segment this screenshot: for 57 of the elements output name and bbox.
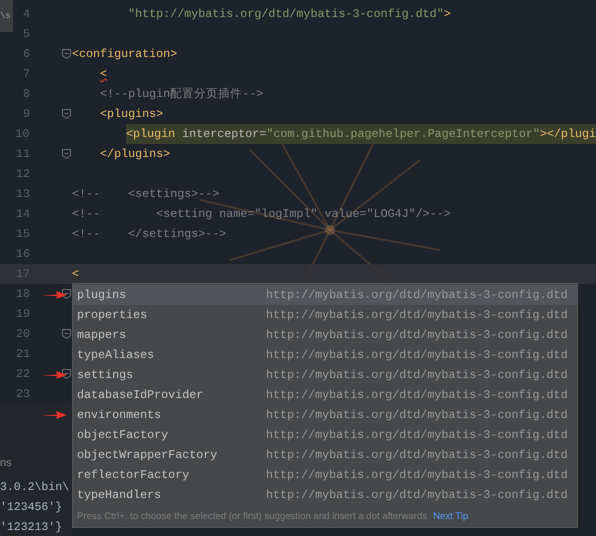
line-number: 8 [22, 87, 30, 101]
code-comment: <!-- <setting name="logImpl" value="LOG4J"/>--> [72, 207, 451, 221]
line-number: 12 [14, 167, 30, 181]
side-panel-tab[interactable]: \s [0, 0, 13, 32]
fold-icon[interactable] [62, 149, 71, 159]
console-output: '123456'} [0, 500, 62, 516]
xml-tag: < [100, 67, 108, 81]
attribute-name: interceptor= [181, 127, 266, 141]
line-number: 23 [14, 387, 30, 401]
completion-item[interactable]: databaseIdProvider http://mybatis.org/dtd/mybatis-3-config.dtd [73, 385, 577, 405]
xml-tag: <configuration> [72, 47, 178, 61]
completion-item[interactable]: properties http://mybatis.org/dtd/mybatis-3-config.dtd [73, 305, 577, 325]
next-tip-link[interactable]: Next Tip [433, 510, 468, 522]
completion-item[interactable]: mappers http://mybatis.org/dtd/mybatis-3-config.dtd [73, 325, 577, 345]
xml-tag: <plugin [126, 127, 176, 141]
line-number: 11 [14, 147, 30, 161]
completion-item[interactable]: objectFactory http://mybatis.org/dtd/mybatis-3-config.dtd [73, 425, 577, 445]
completion-item[interactable]: plugins http://mybatis.org/dtd/mybatis-3-config.dtd [73, 285, 577, 305]
completion-item[interactable]: settings http://mybatis.org/dtd/mybatis-3-config.dtd [73, 365, 577, 385]
line-number: 6 [22, 47, 30, 61]
fold-icon[interactable] [62, 329, 71, 339]
xml-tag: <plugins> [100, 107, 164, 121]
string-literal: "http://mybatis.org/dtd/mybatis-3-config.dtd" [128, 7, 444, 21]
line-number: 5 [22, 27, 30, 41]
completion-item[interactable]: typeHandlers http://mybatis.org/dtd/mybatis-3-config.dtd [73, 485, 577, 505]
fold-icon[interactable] [62, 49, 71, 59]
code-comment: <!-- <settings>--> [72, 187, 220, 201]
fold-icon[interactable] [62, 109, 71, 119]
completion-item[interactable]: objectWrapperFactory http://mybatis.org/dtd/mybatis-3-config.dtd [73, 445, 577, 465]
code-comment: <!--plugin配置分页插件--> [100, 87, 264, 101]
line-number: 15 [14, 227, 30, 241]
fold-icon[interactable] [62, 369, 71, 379]
line-number: 10 [14, 127, 30, 141]
line-number: 13 [14, 187, 30, 201]
code-comment: <!-- </settings>--> [72, 227, 226, 241]
xml-tag: ></plugi [540, 127, 596, 141]
line-number: 20 [14, 327, 30, 341]
console-output: 3.0.2\bin\ [0, 480, 70, 496]
line-number: 16 [14, 247, 30, 261]
line-number: 9 [22, 107, 30, 121]
console-tab[interactable]: ns [0, 453, 12, 473]
line-number: 14 [14, 207, 30, 221]
line-number: 4 [22, 7, 30, 21]
completion-item[interactable]: reflectorFactory http://mybatis.org/dtd/mybatis-3-config.dtd [73, 465, 577, 485]
completion-item[interactable]: environments http://mybatis.org/dtd/mybatis-3-config.dtd [73, 405, 577, 425]
string-literal: "com.github.pagehelper.PageInterceptor" [266, 127, 540, 141]
console-output: '123213'} [0, 520, 62, 536]
line-number: 19 [14, 307, 30, 321]
line-number: 7 [22, 67, 30, 81]
xml-tag: </plugins> [100, 147, 170, 161]
xml-tag: > [444, 7, 451, 21]
line-number: 18 [14, 287, 30, 301]
line-number: 21 [14, 347, 30, 361]
line-number: 22 [14, 367, 30, 381]
xml-tag: < [72, 267, 80, 281]
fold-icon[interactable] [62, 289, 71, 299]
completion-item[interactable]: typeAliases http://mybatis.org/dtd/mybatis-3-config.dtd [73, 345, 577, 365]
